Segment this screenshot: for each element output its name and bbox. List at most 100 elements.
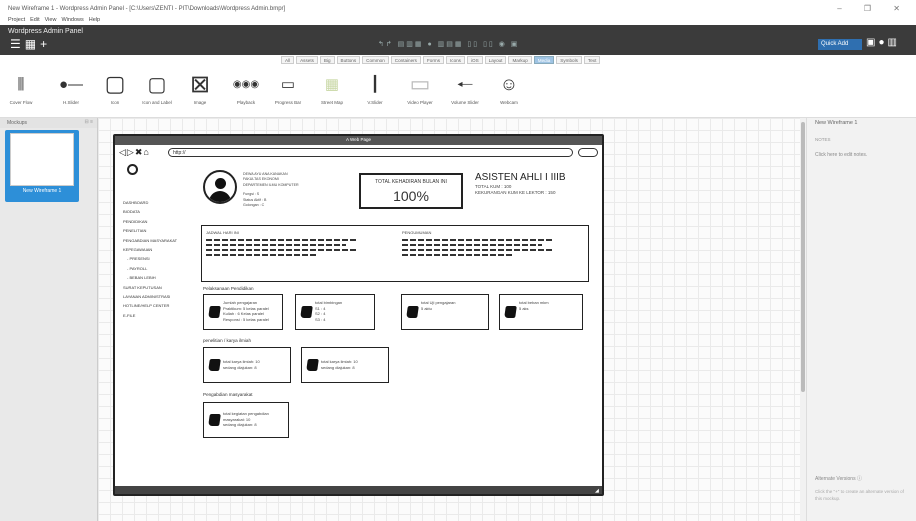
toolbar-right-icons[interactable]: ▣●▥	[866, 37, 900, 48]
scrollbar-thumb[interactable]	[801, 122, 805, 392]
lib-h-slider[interactable]: ●— H.Slider	[58, 68, 84, 106]
menu-help[interactable]: Help	[89, 17, 100, 25]
nav-payroll[interactable]: - PAYROLL	[123, 264, 193, 273]
component-library: ⫼ Cover Flow ●— H.Slider ▢ Icon ▢ Icon and L…	[0, 68, 916, 118]
nav-beban-lebih[interactable]: - BEBAN LEBIH	[123, 273, 193, 282]
toolbar-left-icons[interactable]: ☰▦+	[10, 37, 51, 51]
h-slider-icon: ●—	[58, 75, 84, 93]
lib-video-player[interactable]: ▭ Video Player	[400, 68, 440, 105]
nav-pengabdian[interactable]: PENGABDIAN MASYARAKAT	[123, 236, 193, 245]
lib-volume-slider[interactable]: ◂— Volume Slider	[448, 68, 482, 106]
properties-panel: New Wireframe 1 NOTES Click here to edit…	[806, 118, 916, 521]
supervision-card[interactable]: total bimbingan S1 : 4 S2 : 4 S3 : 4	[295, 294, 375, 330]
menu-bar: Project Edit View Windows Help	[0, 17, 916, 25]
mockups-panel-header: Mockups ⊟ ≡	[0, 118, 97, 128]
nav-kepegawaian[interactable]: KEPEGAWAIAN	[123, 245, 193, 254]
icon-icon: ▢	[104, 71, 126, 96]
menu-icon: ☰	[10, 37, 25, 51]
lib-webcam[interactable]: ☺ Webcam	[494, 68, 524, 106]
service-card[interactable]: total kegiatan pengabdian masyarakat: 10…	[203, 402, 289, 438]
alternate-versions-title: Alternate Versions ⓘ	[815, 476, 862, 482]
quick-add-input[interactable]: Quick Add	[818, 39, 862, 50]
test-card[interactable]: total Uji pengajaran 5 aktu	[401, 294, 489, 330]
filter-symbols[interactable]: Symbols	[556, 56, 582, 64]
lib-v-slider[interactable]: ┃ V.Slider	[362, 68, 388, 105]
menu-project[interactable]: Project	[8, 17, 25, 25]
toolbar-center-icons[interactable]: ↰↱ ▤▥▦ ● ▥▤▦ ▯▯ ▯▯ ◉ ▣	[378, 40, 519, 48]
browser-mockup[interactable]: A Web Page ◁▷✖⌂ http:// DASHBOARD BIODAT…	[113, 134, 604, 496]
filter-all[interactable]: All	[281, 56, 295, 64]
attendance-value: 100%	[393, 188, 429, 204]
filter-markup[interactable]: Markup	[508, 56, 532, 64]
filter-assets[interactable]: Assets	[296, 56, 318, 64]
filter-buttons[interactable]: Buttons	[336, 56, 361, 64]
total-kum: TOTAL KUM : 100	[475, 184, 512, 189]
menu-view[interactable]: View	[45, 17, 57, 25]
lib-icon-and-label[interactable]: ▢ Icon and Label	[140, 68, 174, 106]
mockup-title[interactable]: New Wireframe 1	[815, 120, 857, 126]
filter-big[interactable]: Big	[319, 56, 335, 64]
panel-icon: ▥	[887, 37, 900, 48]
sidebar-nav: DASHBOARD BIODATA PENDIDIKAN PENELITIAN …	[123, 198, 193, 320]
filter-common[interactable]: Common	[362, 56, 389, 64]
attendance-box: TOTAL KEHADIRAN BULAN INI 100%	[359, 173, 463, 209]
book-icon	[504, 306, 517, 318]
nav-biodata[interactable]: BIODATA	[123, 207, 193, 216]
nav-presensi[interactable]: - PRESENSI	[123, 254, 193, 263]
notes-label: NOTES	[815, 137, 831, 142]
book-icon	[300, 306, 313, 318]
playback-icon: ◉◉◉	[232, 78, 260, 90]
nav-efile[interactable]: E-FILE	[123, 311, 193, 320]
lib-icon[interactable]: ▢ Icon	[103, 68, 127, 105]
teaching-section-title: Pelaksanaan Pendidikan	[203, 286, 254, 291]
nav-pendidikan[interactable]: PENDIDIKAN	[123, 217, 193, 226]
lib-street-map[interactable]: ▦ Street Map	[315, 68, 349, 105]
rank-info: ASISTEN AHLI I IIIB TOTAL KUM : 100 KEKU…	[475, 172, 600, 195]
filter-containers[interactable]: Containers	[390, 56, 421, 64]
browser-url-bar[interactable]: http://	[168, 148, 573, 157]
browser-search-box[interactable]	[578, 148, 598, 157]
browser-nav-icons[interactable]: ◁▷✖⌂	[119, 147, 150, 158]
v-slider-icon: ┃	[370, 76, 380, 93]
book-icon	[208, 306, 221, 318]
nav-layanan-administrasi[interactable]: LAYANAN ADMINISTRASI	[123, 292, 193, 301]
window-titlebar: New Wireframe 1 - Wordpress Admin Panel …	[0, 0, 916, 17]
book-icon	[208, 414, 221, 426]
resize-handle-icon[interactable]: ◢	[595, 488, 599, 494]
lib-cover-flow[interactable]: ⫼ Cover Flow	[8, 68, 34, 106]
lib-playback[interactable]: ◉◉◉ Playback	[228, 68, 264, 106]
filter-icons[interactable]: Icons	[446, 56, 465, 64]
browser-titlebar: A Web Page	[115, 136, 602, 145]
lib-progress-bar[interactable]: ▭ Progress Bar	[270, 68, 306, 105]
research-card-1[interactable]: total karya ilmiah: 10 sedang diajukan: 8	[203, 347, 291, 383]
filter-media[interactable]: Media	[533, 56, 555, 64]
book-icon	[306, 359, 319, 371]
forward-icon: ▷	[126, 147, 135, 157]
lib-image[interactable]: ⊠ Image	[185, 68, 215, 106]
mockup-thumbnail-card[interactable]: New Wireframe 1	[5, 130, 79, 202]
mockup-thumbnail-label: New Wireframe 1	[22, 188, 62, 194]
research-card-2[interactable]: total karya ilmiah: 10 sedang diajukan: 8	[301, 347, 389, 383]
teaching-card[interactable]: Jumlah pengajaran Praktikum: 5 kelas para…	[203, 294, 283, 330]
info-icon: ●	[878, 37, 888, 48]
filter-text[interactable]: Text	[583, 56, 601, 64]
nav-penelitian[interactable]: PENELITIAN	[123, 226, 193, 235]
menu-windows[interactable]: Windows	[61, 17, 83, 25]
filter-layout[interactable]: Layout	[484, 56, 507, 64]
app-toolbar: Wordpress Admin Panel ☰▦+ ↰↱ ▤▥▦ ● ▥▤▦ ▯…	[0, 25, 916, 55]
filter-forms[interactable]: Forms	[422, 56, 444, 64]
volume-slider-icon: ◂—	[457, 78, 473, 90]
help-icon[interactable]: ⓘ	[857, 476, 862, 482]
notes-edit-area[interactable]: Click here to edit notes.	[815, 152, 867, 158]
filter-ios[interactable]: iOS	[466, 56, 483, 64]
nav-hotline[interactable]: HOTLINE/HELP CENTER	[123, 301, 193, 310]
window-controls[interactable]: – ❐ ✕	[837, 4, 910, 13]
announcement-title: PENGUMUMAN	[402, 230, 432, 235]
panel-controls-icon[interactable]: ⊟ ≡	[85, 119, 94, 125]
nav-dashboard[interactable]: DASHBOARD	[123, 198, 193, 207]
load-card[interactable]: total beban mkm 5 aks	[499, 294, 583, 330]
add-icon: +	[40, 37, 52, 51]
mockup-thumbnail	[10, 133, 74, 186]
menu-edit[interactable]: Edit	[30, 17, 39, 25]
nav-surat-keputusan[interactable]: SURAT KEPUTUSAN	[123, 283, 193, 292]
